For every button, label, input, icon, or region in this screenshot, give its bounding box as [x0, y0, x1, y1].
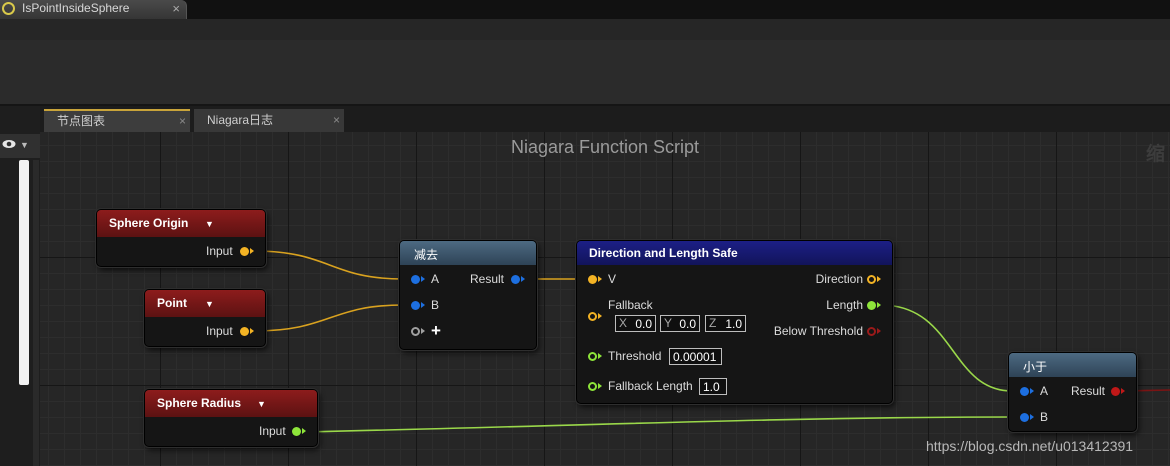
pin-arrow-icon [421, 328, 425, 334]
fallback-y-field[interactable]: Y 0.0 [660, 315, 700, 332]
pin-arrow-icon [302, 428, 306, 434]
add-pin[interactable] [411, 327, 420, 336]
pin-label: Input [259, 424, 286, 438]
output-pin[interactable] [240, 327, 249, 336]
output-pin-length[interactable] [867, 301, 876, 310]
node-sphere-radius[interactable]: Sphere Radius ▼ Input [144, 389, 318, 447]
node-sphere-origin[interactable]: Sphere Origin ▼ Input [96, 209, 266, 267]
node-title: Point [157, 296, 187, 310]
wire-sphere-origin-to-a [253, 250, 404, 280]
watermark: https://blog.csdn.net/u013412391 [926, 438, 1134, 454]
input-pin-b[interactable] [411, 301, 420, 310]
wire-radius-to-b [305, 416, 1013, 433]
pin-arrow-icon [877, 276, 881, 282]
pin-label: Result [470, 272, 505, 286]
pin-arrow-icon [1030, 414, 1034, 420]
wire-length-to-a [880, 304, 1013, 392]
node-title: Sphere Radius [157, 396, 242, 410]
pin-arrow-icon [598, 383, 602, 389]
pin-label: A [1040, 384, 1049, 398]
field-value: 0.0 [635, 317, 652, 331]
add-pin-icon[interactable]: + [431, 321, 441, 341]
pin-arrow-icon [1121, 388, 1125, 394]
node-header: Sphere Radius ▼ [145, 390, 317, 417]
pin-label: A [431, 272, 440, 286]
pin-label: Input [206, 244, 233, 258]
node-subtract[interactable]: 减去 A B + Result [399, 240, 537, 350]
pin-arrow-icon [521, 276, 525, 282]
pin-label: V [608, 272, 617, 286]
node-title: 小于 [1023, 360, 1048, 374]
input-pin-a[interactable] [411, 275, 420, 284]
input-pin-b[interactable] [1020, 413, 1029, 422]
pin-label: Fallback Length [608, 379, 693, 393]
dropdown-arrow-icon[interactable]: ▼ [257, 399, 266, 409]
field-value: 1.0 [725, 317, 742, 331]
output-pin-result[interactable] [511, 275, 520, 284]
dropdown-arrow-icon[interactable]: ▼ [205, 299, 214, 309]
output-pin-below-threshold[interactable] [867, 327, 876, 336]
node-header: 减去 [400, 241, 536, 265]
axis-label: X [619, 316, 628, 330]
dropdown-arrow-icon[interactable]: ▼ [205, 219, 214, 229]
node-direction-and-length-safe[interactable]: Direction and Length Safe V Fallback X 0.… [576, 240, 893, 404]
output-pin[interactable] [240, 247, 249, 256]
node-header: Sphere Origin ▼ [97, 210, 265, 237]
field-value: 0.0 [679, 317, 696, 331]
wire-point-to-b [253, 304, 404, 332]
pin-arrow-icon [598, 313, 602, 319]
pin-label: Below Threshold [773, 324, 863, 338]
axis-label: Y [664, 316, 673, 330]
pin-arrow-icon [421, 302, 425, 308]
output-pin[interactable] [292, 427, 301, 436]
threshold-field[interactable]: 0.00001 [669, 348, 722, 365]
pin-arrow-icon [250, 328, 254, 334]
output-pin-result[interactable] [1111, 387, 1120, 396]
input-pin-fallback-length[interactable] [588, 382, 597, 391]
pin-label: Result [1071, 384, 1106, 398]
pin-arrow-icon [598, 353, 602, 359]
pin-label: Threshold [608, 349, 662, 363]
input-pin-v[interactable] [588, 275, 597, 284]
output-pin-direction[interactable] [867, 275, 876, 284]
input-pin-threshold[interactable] [588, 352, 597, 361]
node-header: 小于 [1009, 353, 1136, 377]
pin-arrow-icon [421, 276, 425, 282]
node-title: 减去 [414, 248, 439, 262]
input-pin-fallback[interactable] [588, 312, 597, 321]
node-title: Sphere Origin [109, 216, 189, 230]
pin-label: B [431, 298, 440, 312]
pin-arrow-icon [250, 248, 254, 254]
fallback-length-field[interactable]: 1.0 [699, 378, 727, 395]
pin-arrow-icon [877, 328, 881, 334]
fallback-z-field[interactable]: Z 1.0 [705, 315, 746, 332]
pin-arrow-icon [877, 302, 881, 308]
node-point[interactable]: Point ▼ Input [144, 289, 266, 347]
pin-label: Input [206, 324, 233, 338]
axis-label: Z [709, 316, 717, 330]
node-header: Point ▼ [145, 290, 265, 317]
node-title: Direction and Length Safe [589, 246, 738, 260]
pin-label: Direction [815, 272, 863, 286]
input-pin-a[interactable] [1020, 387, 1029, 396]
node-less-than[interactable]: 小于 A B Result [1008, 352, 1137, 432]
pin-label: B [1040, 410, 1049, 424]
pin-label: Fallback [608, 298, 653, 312]
node-header: Direction and Length Safe [577, 241, 892, 265]
fallback-x-field[interactable]: X 0.0 [615, 315, 656, 332]
pin-label: Length [826, 298, 863, 312]
pin-arrow-icon [1030, 388, 1034, 394]
pin-arrow-icon [598, 276, 602, 282]
